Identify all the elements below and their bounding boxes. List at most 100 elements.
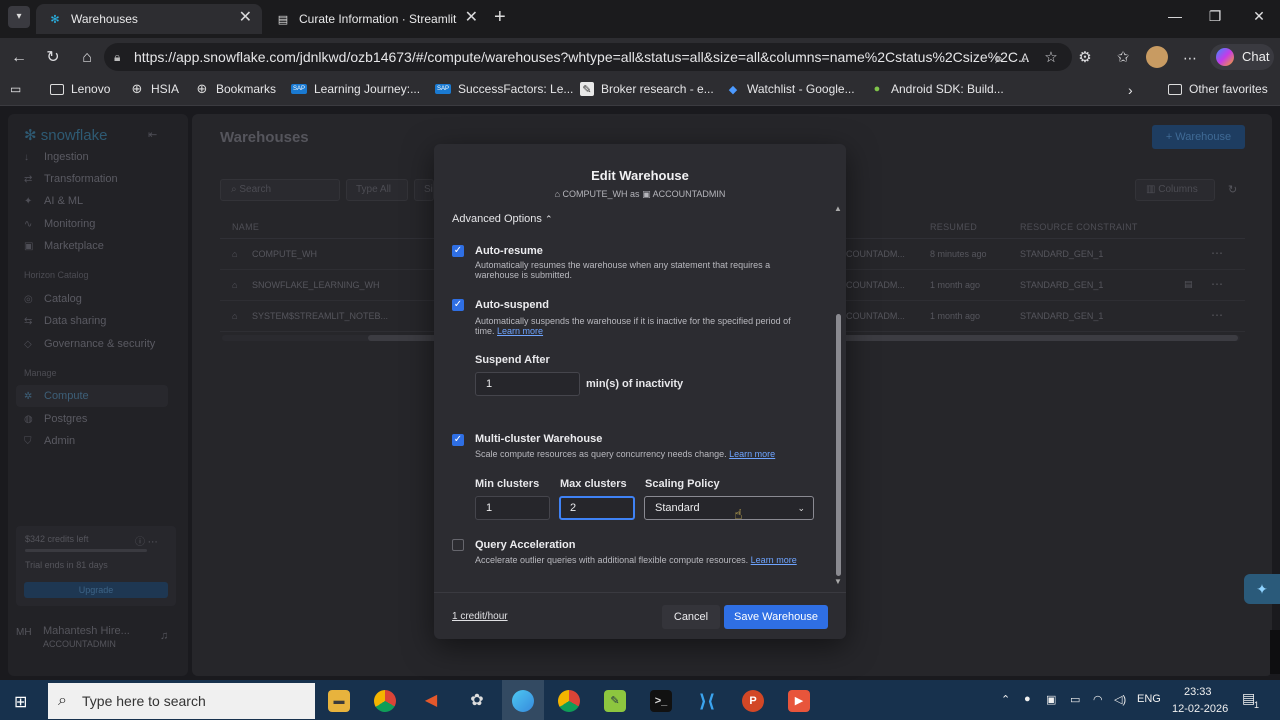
file-explorer-icon[interactable]: ▬: [328, 690, 350, 712]
new-tab-icon[interactable]: +: [494, 6, 506, 29]
favorites-icon[interactable]: ✩: [1112, 47, 1134, 69]
sidebar-item-compute[interactable]: ✲ Compute: [24, 390, 89, 402]
upgrade-button[interactable]: Upgrade: [24, 582, 168, 598]
address-bar[interactable]: 🔒︎ https://app.snowflake.com/jdnlkwd/ozb…: [104, 43, 1072, 71]
read-aloud-icon[interactable]: A: [1014, 47, 1036, 69]
tab-curate-information[interactable]: ▤ Curate Information · Streamlit ✕: [264, 4, 488, 34]
chrome-icon[interactable]: [374, 690, 396, 712]
clock-date[interactable]: 12-02-2026: [1172, 703, 1228, 715]
tray-chevron-icon[interactable]: ⌃: [1001, 693, 1010, 706]
add-warehouse-button[interactable]: + Warehouse: [1152, 125, 1245, 149]
row-menu-icon[interactable]: ⋯: [1211, 277, 1223, 291]
page-scroll-thumb[interactable]: [1270, 630, 1280, 674]
profile-avatar[interactable]: [1146, 46, 1168, 68]
tab-list-chevron-icon[interactable]: ▾: [8, 6, 30, 28]
bookmark-watchlist[interactable]: ◆ Watchlist - Google...: [726, 82, 855, 96]
bookmark-learning-journey[interactable]: SAP Learning Journey:...: [291, 82, 420, 96]
minimize-icon[interactable]: —: [1160, 8, 1190, 24]
notebook-icon[interactable]: ▤: [1184, 279, 1193, 290]
search-input[interactable]: ⌕ Search: [220, 179, 340, 201]
terminal-icon[interactable]: >_: [650, 690, 672, 712]
assistant-fab[interactable]: ✦: [1244, 574, 1280, 604]
close-window-icon[interactable]: ✕: [1244, 8, 1274, 25]
close-tab-icon[interactable]: ✕: [239, 10, 252, 26]
windows-start-icon[interactable]: ⊞: [14, 692, 27, 712]
more-icon[interactable]: ⋯: [1179, 47, 1201, 69]
sidebar-item-transformation[interactable]: ⇄ Transformation: [24, 173, 118, 185]
microphone-icon[interactable]: ●: [1024, 693, 1031, 705]
chevron-right-icon[interactable]: ›: [1128, 82, 1133, 98]
bell-icon[interactable]: ♫: [160, 630, 168, 642]
bookmark-bookmarks[interactable]: ⊕ Bookmarks: [195, 81, 276, 96]
sidebar-item-data-sharing[interactable]: ⇆ Data sharing: [24, 315, 106, 327]
avatar[interactable]: MH: [16, 627, 32, 638]
favorite-star-icon[interactable]: ☆: [1040, 47, 1062, 69]
min-clusters-input[interactable]: 1: [475, 496, 550, 520]
zoom-icon[interactable]: ⌕: [988, 47, 1010, 69]
back-icon[interactable]: ←: [8, 47, 30, 69]
multi-cluster-learn-more-link[interactable]: Learn more: [729, 449, 775, 459]
advanced-options-toggle[interactable]: Advanced Options ⌃: [452, 213, 553, 225]
clock-time[interactable]: 23:33: [1184, 686, 1212, 698]
scroll-down-icon[interactable]: ▼: [834, 577, 842, 586]
sidebar-item-marketplace[interactable]: ▣ Marketplace: [24, 240, 104, 252]
collapse-sidebar-icon[interactable]: ⇤: [148, 128, 157, 141]
columns-button[interactable]: ▥ Columns: [1135, 179, 1215, 201]
sidebar-item-governance[interactable]: ◇ Governance & security: [24, 338, 155, 350]
scroll-up-icon[interactable]: ▲: [834, 204, 842, 213]
tab-warehouses[interactable]: ✻ Warehouses ✕: [36, 4, 262, 34]
row-menu-icon[interactable]: ⋯: [1211, 308, 1223, 322]
close-tab-icon[interactable]: ✕: [465, 10, 478, 26]
bookmark-hsia[interactable]: ⊕ HSIA: [130, 81, 179, 96]
scaling-policy-select[interactable]: Standard ⌄: [644, 496, 814, 520]
restore-icon[interactable]: ❐: [1200, 8, 1230, 25]
max-clusters-input[interactable]: 2: [559, 496, 635, 520]
app-settings-icon[interactable]: ✿: [466, 690, 488, 712]
sidebar-item-monitoring[interactable]: ∿ Monitoring: [24, 218, 95, 230]
bookmark-successfactors[interactable]: SAP SuccessFactors: Le...: [435, 82, 573, 96]
sidebar-item-postgres[interactable]: ◍ Postgres: [24, 413, 87, 425]
multi-cluster-checkbox[interactable]: ✓: [452, 434, 464, 446]
auto-resume-checkbox[interactable]: ✓: [452, 245, 464, 257]
sidebar-toggle-icon[interactable]: ▭: [10, 82, 21, 96]
credit-rate-link[interactable]: 1 credit/hour: [452, 611, 508, 622]
refresh-icon[interactable]: ↻: [42, 47, 64, 69]
battery-icon[interactable]: ▭: [1070, 693, 1080, 706]
extensions-icon[interactable]: ⚙: [1074, 47, 1096, 69]
auto-suspend-checkbox[interactable]: ✓: [452, 299, 464, 311]
row-name[interactable]: SYSTEM$STREAMLIT_NOTEB...: [252, 311, 388, 321]
notepad-plus-icon[interactable]: ✎: [604, 690, 626, 712]
query-acceleration-learn-more-link[interactable]: Learn more: [751, 555, 797, 565]
sidebar-item-ai-ml[interactable]: ✦ AI & ML: [24, 195, 83, 207]
modal-scrollbar-thumb[interactable]: [836, 314, 841, 576]
query-acceleration-checkbox[interactable]: [452, 539, 464, 551]
copilot-chat-button[interactable]: Chat: [1210, 44, 1274, 70]
column-header-resumed[interactable]: RESUMED: [930, 222, 977, 232]
app-tray-icon[interactable]: ▣: [1046, 693, 1056, 706]
recorder-icon[interactable]: ▶: [788, 690, 810, 712]
cancel-button[interactable]: Cancel: [662, 605, 720, 629]
row-name[interactable]: SNOWFLAKE_LEARNING_WH: [252, 280, 380, 290]
wifi-icon[interactable]: ◠: [1093, 693, 1103, 706]
suspend-after-input[interactable]: 1: [475, 372, 580, 396]
vscode-icon[interactable]: ⟩⟨: [696, 690, 718, 712]
row-name[interactable]: COMPUTE_WH: [252, 249, 317, 259]
bookmark-android-sdk[interactable]: ● Android SDK: Build...: [870, 82, 1004, 96]
language-indicator[interactable]: ENG: [1137, 693, 1161, 705]
bookmark-lenovo[interactable]: Lenovo: [50, 82, 110, 96]
column-header-constraint[interactable]: RESOURCE CONSTRAINT: [1020, 222, 1138, 232]
powerpoint-icon[interactable]: P: [742, 690, 764, 712]
chrome-profile-icon[interactable]: [558, 690, 580, 712]
app-red-icon[interactable]: ◀: [420, 690, 442, 712]
sidebar-item-catalog[interactable]: ◎ Catalog: [24, 293, 82, 305]
bookmark-broker-research[interactable]: ✎ Broker research - e...: [580, 82, 714, 96]
sidebar-item-admin[interactable]: ⛉ Admin: [24, 435, 75, 447]
info-icon[interactable]: ⓘ ⋯: [135, 533, 158, 548]
bookmark-other-favorites[interactable]: Other favorites: [1168, 82, 1268, 96]
type-filter[interactable]: Type All: [346, 179, 408, 201]
save-warehouse-button[interactable]: Save Warehouse: [724, 605, 828, 629]
taskbar-search-input[interactable]: ⌕ Type here to search: [48, 683, 315, 719]
column-header-name[interactable]: NAME: [232, 222, 259, 232]
auto-suspend-learn-more-link[interactable]: Learn more: [497, 326, 543, 336]
volume-icon[interactable]: ◁): [1114, 693, 1126, 706]
